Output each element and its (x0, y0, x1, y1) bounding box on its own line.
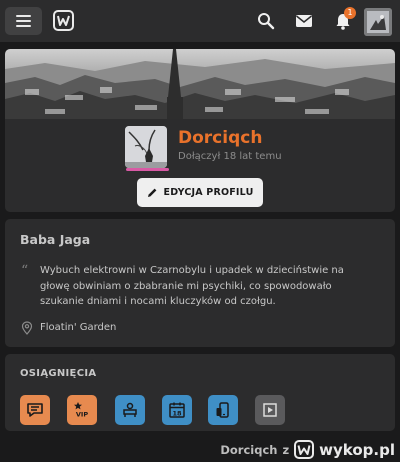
wykop-logo-icon[interactable] (53, 10, 74, 31)
svg-text:VIP: VIP (76, 411, 88, 419)
achievement-badge[interactable]: VIP (67, 395, 97, 425)
user-avatar[interactable] (364, 8, 392, 36)
user-desk-icon (123, 402, 137, 417)
notification-badge: 1 (344, 7, 356, 19)
avatar-image (364, 8, 392, 36)
joined-date: Dołączył 18 lat temu (178, 151, 282, 162)
profile-bio: Wybuch elektrowni w Czarnobylu i upadek … (40, 265, 344, 307)
avatar-color-bar (126, 168, 169, 171)
profile-banner-image (5, 49, 395, 119)
watermark-by: z (282, 442, 290, 457)
achievement-badge[interactable] (208, 395, 238, 425)
profile-avatar[interactable] (125, 126, 167, 168)
mobile-app-icon (216, 402, 229, 418)
edit-profile-label: EDYCJA PROFILU (163, 187, 254, 198)
display-name: Baba Jaga (20, 232, 91, 247)
profile-location: Floatin' Garden (40, 322, 117, 333)
watermark-author: Dorciqch (220, 442, 278, 457)
top-bar: 1 (0, 0, 400, 42)
watermark-site: wykop.pl (319, 440, 395, 459)
watermark: Dorciqch z wykop.pl (220, 440, 395, 459)
achievement-badge[interactable] (20, 395, 50, 425)
about-card: Baba Jaga “ Wybuch elektrowni w Czarnoby… (5, 219, 395, 347)
hamburger-icon (16, 15, 31, 17)
vip-star-icon: VIP (74, 402, 88, 419)
achievement-badge[interactable] (255, 395, 285, 425)
achievements-title: OSIĄGNIĘCIA (20, 368, 97, 379)
profile-card: Dorciqch Dołączył 18 lat temu EDYCJA PRO… (5, 49, 395, 212)
mail-icon[interactable] (294, 11, 314, 31)
edit-profile-button[interactable]: EDYCJA PROFILU (137, 178, 263, 207)
achievement-badge[interactable]: 18 (162, 395, 192, 425)
wykop-logo-icon (294, 440, 315, 459)
achievement-badge[interactable] (115, 395, 145, 425)
microblog-icon (263, 403, 277, 417)
profile-username: Dorciqch (178, 128, 263, 148)
search-icon[interactable] (256, 11, 276, 31)
svg-text:18: 18 (172, 409, 182, 417)
quote-icon: “ (21, 263, 29, 279)
avatar-image (125, 126, 167, 168)
pencil-icon (147, 188, 156, 197)
achievements-card: OSIĄGNIĘCIA VIP 18 (5, 354, 395, 431)
location-pin-icon (21, 321, 33, 335)
chat-bubble-icon (27, 403, 43, 417)
calendar-18-icon: 18 (169, 402, 185, 418)
hamburger-menu-button[interactable] (5, 7, 42, 35)
